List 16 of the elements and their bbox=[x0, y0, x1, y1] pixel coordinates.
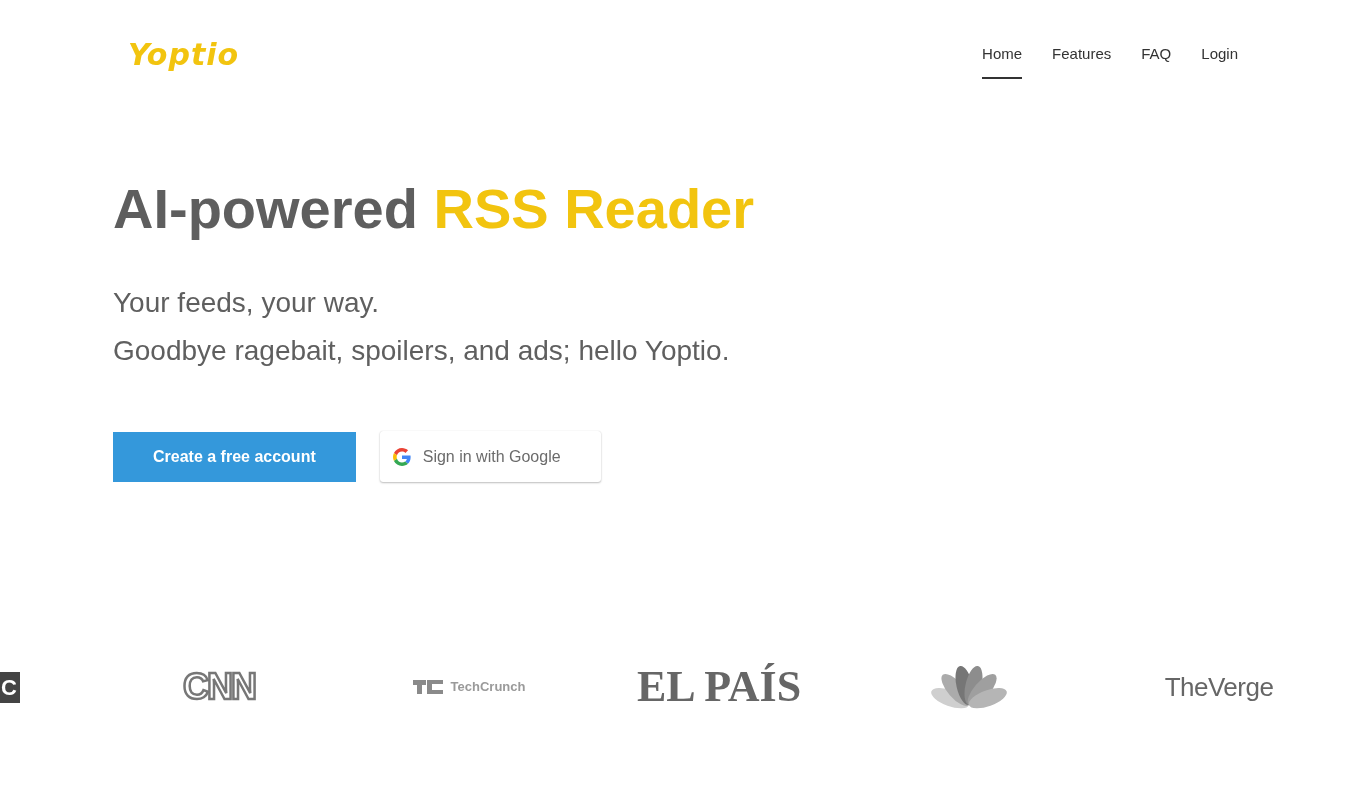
hero-heading: AI-powered RSS Reader bbox=[113, 176, 756, 242]
brand-logo: TheVerge bbox=[1164, 674, 1274, 701]
peacock-icon bbox=[930, 665, 1008, 710]
nav-link[interactable]: Home bbox=[982, 0, 1023, 79]
tagline-text: Your feeds, your way. bbox=[113, 286, 381, 321]
nav-link[interactable]: Features bbox=[1052, 0, 1112, 79]
google-sign-in-button[interactable]: Sign in with Google bbox=[379, 431, 601, 483]
brand-logo: CNN bbox=[183, 669, 255, 706]
nav-link[interactable]: Login bbox=[1201, 0, 1238, 79]
tagline-text: Goodbye ragebait, spoilers, and ads; hello Yoptio. bbox=[113, 334, 731, 369]
nav-link[interactable]: FAQ bbox=[1141, 0, 1172, 79]
brand-logo: TechCrunch bbox=[450, 678, 526, 697]
brand-logo: C bbox=[0, 671, 20, 703]
brand-logo: EL PAÍS bbox=[636, 665, 802, 710]
g-logo-icon bbox=[392, 447, 411, 466]
block-letters-icon bbox=[412, 680, 443, 695]
